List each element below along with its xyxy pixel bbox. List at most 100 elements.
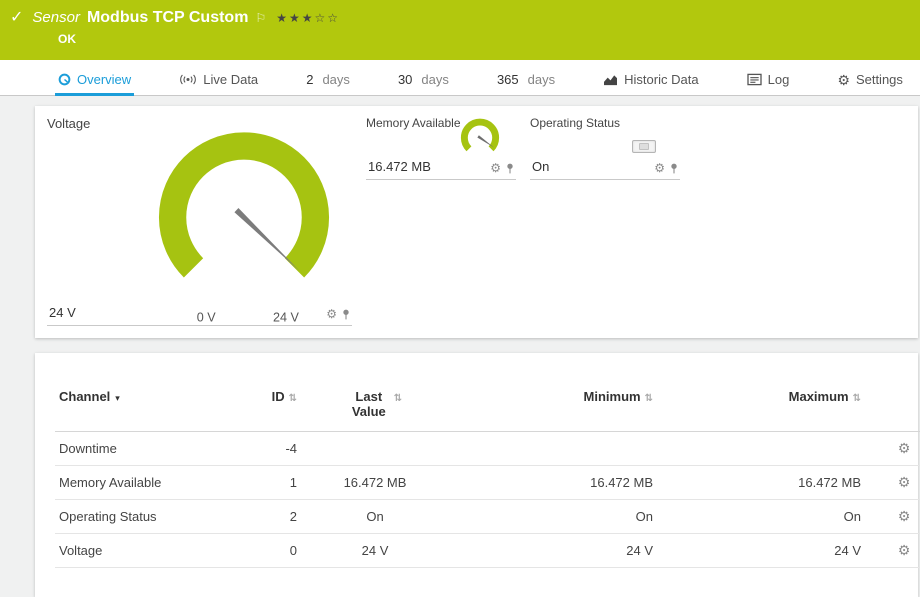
memory-available-panel: Memory Available 16.472 MB ⚙ xyxy=(366,116,516,180)
tab-365-days[interactable]: 365 days xyxy=(494,64,558,96)
priority-stars[interactable]: ★★★☆☆ xyxy=(276,11,340,25)
cell-id: 0 xyxy=(233,534,301,568)
gear-icon[interactable]: ⚙ xyxy=(326,308,337,320)
tab-live-data[interactable]: Live Data xyxy=(176,64,261,96)
log-list-icon xyxy=(747,73,762,86)
cell-minimum xyxy=(449,432,657,466)
sensor-title: Modbus TCP Custom xyxy=(87,9,248,27)
cell-channel: Memory Available xyxy=(55,466,233,500)
cell-maximum: 24 V xyxy=(657,534,865,568)
cell-minimum: 24 V xyxy=(449,534,657,568)
cell-channel: Downtime xyxy=(55,432,233,466)
memory-gauge xyxy=(457,118,503,162)
channel-settings-icon[interactable]: ⚙ xyxy=(898,440,911,456)
gear-icon[interactable]: ⚙ xyxy=(654,162,665,174)
historic-data-chart-icon xyxy=(603,73,618,86)
operating-status-panel: Operating Status On ⚙ xyxy=(530,116,680,180)
sort-icon[interactable]: ⇅ xyxy=(394,393,402,404)
tab-30-days[interactable]: 30 days xyxy=(395,64,452,96)
col-header-last-value[interactable]: Last Value ⇅ xyxy=(301,385,449,432)
col-header-label: ID xyxy=(272,389,285,404)
col-header-minimum[interactable]: Minimum ⇅ xyxy=(449,385,657,432)
tab-historic-data[interactable]: Historic Data xyxy=(600,64,701,96)
overview-gauges-card: Voltage 0 V 24 V 24 V ⚙ Memory Available xyxy=(35,106,918,338)
col-header-label: Channel xyxy=(59,389,110,404)
sort-icon[interactable]: ⇅ xyxy=(853,393,861,404)
tab-label: days xyxy=(528,72,555,87)
channel-table: Channel ▾ ID ⇅ Last Value ⇅ Minimum ⇅ Maximu… xyxy=(55,385,920,568)
tab-label: days xyxy=(421,72,448,87)
col-header-label: Maximum xyxy=(789,389,849,404)
caret-down-icon: ▾ xyxy=(115,393,120,403)
tab-label: Log xyxy=(768,72,790,87)
status-ok-check-icon: ✓ xyxy=(10,7,23,27)
cell-channel: Voltage xyxy=(55,534,233,568)
memory-panel-footer: 16.472 MB ⚙ xyxy=(366,159,516,180)
cell-maximum: On xyxy=(657,500,865,534)
live-data-icon xyxy=(179,74,197,85)
voltage-panel-footer: 24 V ⚙ xyxy=(47,305,352,326)
cell-last-value: On xyxy=(301,500,449,534)
operating-status-title: Operating Status xyxy=(530,116,680,130)
panel-action-icons: ⚙ xyxy=(654,162,678,174)
overview-gauge-icon xyxy=(58,73,71,86)
pin-icon[interactable] xyxy=(342,309,350,320)
col-header-label: Last Value xyxy=(348,389,390,419)
tab-label-number: 2 xyxy=(306,72,313,87)
voltage-gauge-panel: Voltage 0 V 24 V 24 V ⚙ xyxy=(47,116,352,326)
tab-label: days xyxy=(322,72,349,87)
operating-panel-footer: On ⚙ xyxy=(530,159,680,180)
channel-settings-icon[interactable]: ⚙ xyxy=(898,508,911,524)
table-row-downtime: Downtime -4 ⚙ xyxy=(55,432,920,466)
channel-table-header-row: Channel ▾ ID ⇅ Last Value ⇅ Minimum ⇅ Maximu… xyxy=(55,385,920,432)
channel-settings-icon[interactable]: ⚙ xyxy=(898,542,911,558)
gear-icon[interactable]: ⚙ xyxy=(490,162,501,174)
channel-settings-icon[interactable]: ⚙ xyxy=(898,474,911,490)
sensor-header: ✓ Sensor Modbus TCP Custom ⚐ ★★★☆☆ OK xyxy=(0,0,920,60)
tab-label: Live Data xyxy=(203,72,258,87)
operating-last-value: On xyxy=(532,159,549,174)
sensor-kind-label: Sensor xyxy=(32,9,80,26)
sort-icon[interactable]: ⇅ xyxy=(289,393,297,404)
tab-log[interactable]: Log xyxy=(744,64,793,96)
cell-id: -4 xyxy=(233,432,301,466)
tab-label: Historic Data xyxy=(624,72,698,87)
voltage-gauge: 0 V 24 V xyxy=(139,128,349,333)
panel-action-icons: ⚙ xyxy=(326,308,350,320)
cell-id: 1 xyxy=(233,466,301,500)
cell-last-value: 16.472 MB xyxy=(301,466,449,500)
tab-label: Overview xyxy=(77,72,131,87)
voltage-last-value: 24 V xyxy=(49,305,76,320)
cell-last-value: 24 V xyxy=(301,534,449,568)
tab-label-number: 30 xyxy=(398,72,412,87)
settings-gear-icon: ⚙ xyxy=(837,73,850,87)
pin-icon[interactable] xyxy=(506,163,514,174)
tab-bar: Overview Live Data 2days 30days 365days … xyxy=(0,60,920,96)
col-header-label: Minimum xyxy=(584,389,641,404)
sensor-status-badge: OK xyxy=(58,32,908,46)
tab-overview[interactable]: Overview xyxy=(55,64,134,96)
cell-channel: Operating Status xyxy=(55,500,233,534)
col-header-maximum[interactable]: Maximum ⇅ xyxy=(657,385,865,432)
status-switch-knob xyxy=(639,143,649,150)
cell-minimum: On xyxy=(449,500,657,534)
cell-last-value xyxy=(301,432,449,466)
col-header-settings xyxy=(865,385,920,432)
table-row-operating-status: Operating Status 2 On On On ⚙ xyxy=(55,500,920,534)
memory-last-value: 16.472 MB xyxy=(368,159,431,174)
cell-id: 2 xyxy=(233,500,301,534)
flag-icon[interactable]: ⚐ xyxy=(255,11,266,25)
table-row-voltage: Voltage 0 24 V 24 V 24 V ⚙ xyxy=(55,534,920,568)
table-row-memory-available: Memory Available 1 16.472 MB 16.472 MB 1… xyxy=(55,466,920,500)
cell-minimum: 16.472 MB xyxy=(449,466,657,500)
col-header-channel[interactable]: Channel ▾ xyxy=(55,385,233,432)
pin-icon[interactable] xyxy=(670,163,678,174)
sort-icon[interactable]: ⇅ xyxy=(645,393,653,404)
col-header-id[interactable]: ID ⇅ xyxy=(233,385,301,432)
status-switch-graphic xyxy=(632,140,656,153)
tab-2-days[interactable]: 2 days xyxy=(303,64,353,96)
panel-action-icons: ⚙ xyxy=(490,162,514,174)
cell-maximum: 16.472 MB xyxy=(657,466,865,500)
tab-label-number: 365 xyxy=(497,72,519,87)
tab-settings[interactable]: ⚙ Settings xyxy=(834,64,906,96)
